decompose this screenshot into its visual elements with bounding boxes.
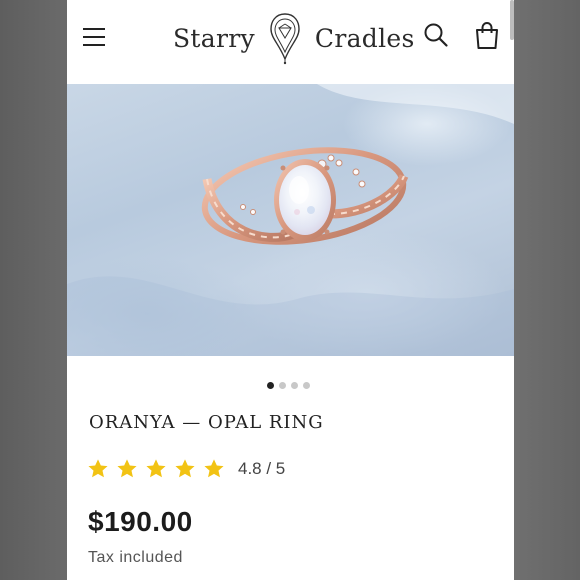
- star-icon: [117, 459, 137, 478]
- brand-logo-icon: [270, 13, 300, 65]
- brand-logo-link[interactable]: Starry Cradles: [173, 10, 415, 66]
- opal-ring-image: [67, 84, 514, 356]
- hamburger-menu-icon[interactable]: [83, 25, 107, 49]
- rating-value: 4.8 / 5: [238, 459, 286, 478]
- brand-name-left: Starry: [173, 23, 255, 53]
- product-rating[interactable]: 4.8 / 5: [87, 456, 285, 482]
- carousel-dot-4[interactable]: [303, 382, 310, 389]
- carousel-dot-2[interactable]: [279, 382, 286, 389]
- site-header: Starry Cradles: [67, 0, 514, 84]
- image-carousel-dots: [267, 382, 310, 390]
- brand-name-right: Cradles: [314, 23, 415, 53]
- star-icon: [204, 459, 224, 478]
- product-title: ORANYA — OPAL RING: [89, 412, 324, 433]
- product-page: Starry Cradles ORANYA — OPAL RING 4.8 / …: [67, 0, 514, 580]
- carousel-dot-3[interactable]: [291, 382, 298, 389]
- product-image[interactable]: [67, 84, 514, 356]
- cart-icon[interactable]: [473, 21, 501, 51]
- tax-note: Tax included: [88, 549, 183, 566]
- search-icon[interactable]: [423, 22, 449, 48]
- carousel-dot-1[interactable]: [267, 382, 274, 389]
- star-icon: [88, 459, 108, 478]
- product-price: $190.00: [88, 506, 193, 537]
- page-scrollbar[interactable]: [510, 0, 514, 40]
- star-icon: [146, 459, 166, 478]
- star-icon: [175, 459, 195, 478]
